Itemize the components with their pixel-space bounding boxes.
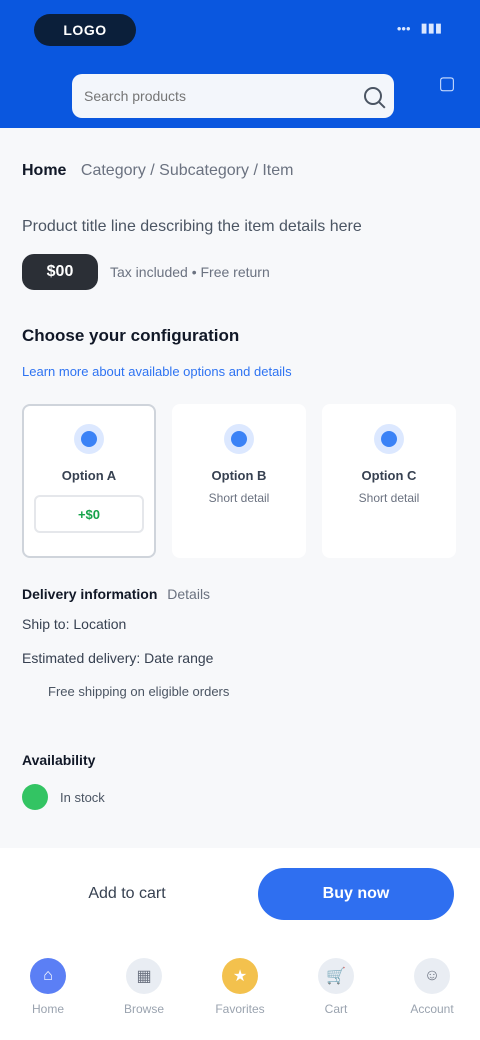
variant-option-a[interactable]: Option A +$0 [22,404,156,558]
product-title: Product title line describing the item d… [22,218,362,235]
tab-bar: ⌂ Home ▦ Browse ★ Favorites 🛒 Cart ☺ Acc… [0,940,480,1040]
estimated-delivery: Estimated delivery: Date range [22,650,214,666]
shipping-note: Free shipping on eligible orders [48,684,230,699]
tab-browse[interactable]: ▦ Browse [104,958,184,1016]
grid-icon: ▦ [126,958,162,994]
variant-icon [374,424,404,454]
stock-section: Availability In stock [22,752,105,810]
tab-label: Browse [123,1002,164,1016]
variant-option-c[interactable]: Option C Short detail [322,404,456,558]
tab-home[interactable]: ⌂ Home [8,958,88,1016]
tab-label: Home [31,1002,64,1016]
section-title: Choose your configuration [22,326,240,345]
stock-status-icon [22,784,48,810]
brand-logo[interactable]: LOGO [34,14,136,46]
ship-to[interactable]: Ship to: Location [22,616,229,632]
app-header: LOGO ••• ▮▮▮ ▢ [0,0,480,128]
breadcrumb-primary[interactable]: Home [22,162,66,179]
action-bar: Add to cart Buy now [0,848,480,940]
tab-cart[interactable]: 🛒 Cart [296,958,376,1016]
product-detail: Home Category / Subcategory / Item Produ… [0,128,480,848]
add-to-cart-button[interactable]: Add to cart [42,866,212,922]
variant-desc: Short detail [358,491,420,505]
tab-label: Account [410,1002,454,1016]
stock-row: In stock [22,784,105,810]
cart-icon: 🛒 [318,958,354,994]
star-icon: ★ [222,958,258,994]
search-icon[interactable] [364,87,382,105]
search-input[interactable] [84,88,358,104]
user-icon: ☺ [414,958,450,994]
delivery-title-note[interactable]: Details [167,586,210,602]
variant-icon [74,424,104,454]
breadcrumb: Home Category / Subcategory / Item [22,162,293,180]
tab-label: Cart [324,1002,348,1016]
variant-name: Option A [61,468,117,483]
cart-icon[interactable]: ▢ [436,72,458,94]
breadcrumb-secondary[interactable]: Category / Subcategory / Item [81,162,294,179]
variant-list: Option A +$0 Option B Short detail Optio… [22,404,456,558]
delivery-title: Delivery information Details [22,586,229,602]
delivery-info: Delivery information Details Ship to: Lo… [22,586,229,699]
stock-label: Availability [22,752,96,768]
delivery-title-text: Delivery information [22,586,158,602]
stock-status-text: In stock [60,789,105,805]
status-bar: ••• ▮▮▮ [397,20,442,36]
signal-icon: ••• [396,20,411,36]
buy-now-button[interactable]: Buy now [258,868,454,920]
search-bar[interactable] [72,74,394,118]
price-note: Tax included • Free return [110,264,270,280]
price-row: $00 Tax included • Free return [22,254,270,290]
home-icon: ⌂ [30,958,66,994]
price-badge: $00 [22,254,98,290]
battery-icon: ▮▮▮ [420,20,442,35]
variant-name: Option C [361,468,417,483]
variant-desc: Short detail [208,491,270,505]
tab-favorites[interactable]: ★ Favorites [200,958,280,1016]
variant-price[interactable]: +$0 [34,495,144,533]
variant-option-b[interactable]: Option B Short detail [172,404,306,558]
variant-icon [224,424,254,454]
variant-name: Option B [211,468,267,483]
tab-account[interactable]: ☺ Account [392,958,472,1016]
section-link[interactable]: Learn more about available options and d… [22,364,422,379]
tab-label: Favorites [215,1002,265,1016]
